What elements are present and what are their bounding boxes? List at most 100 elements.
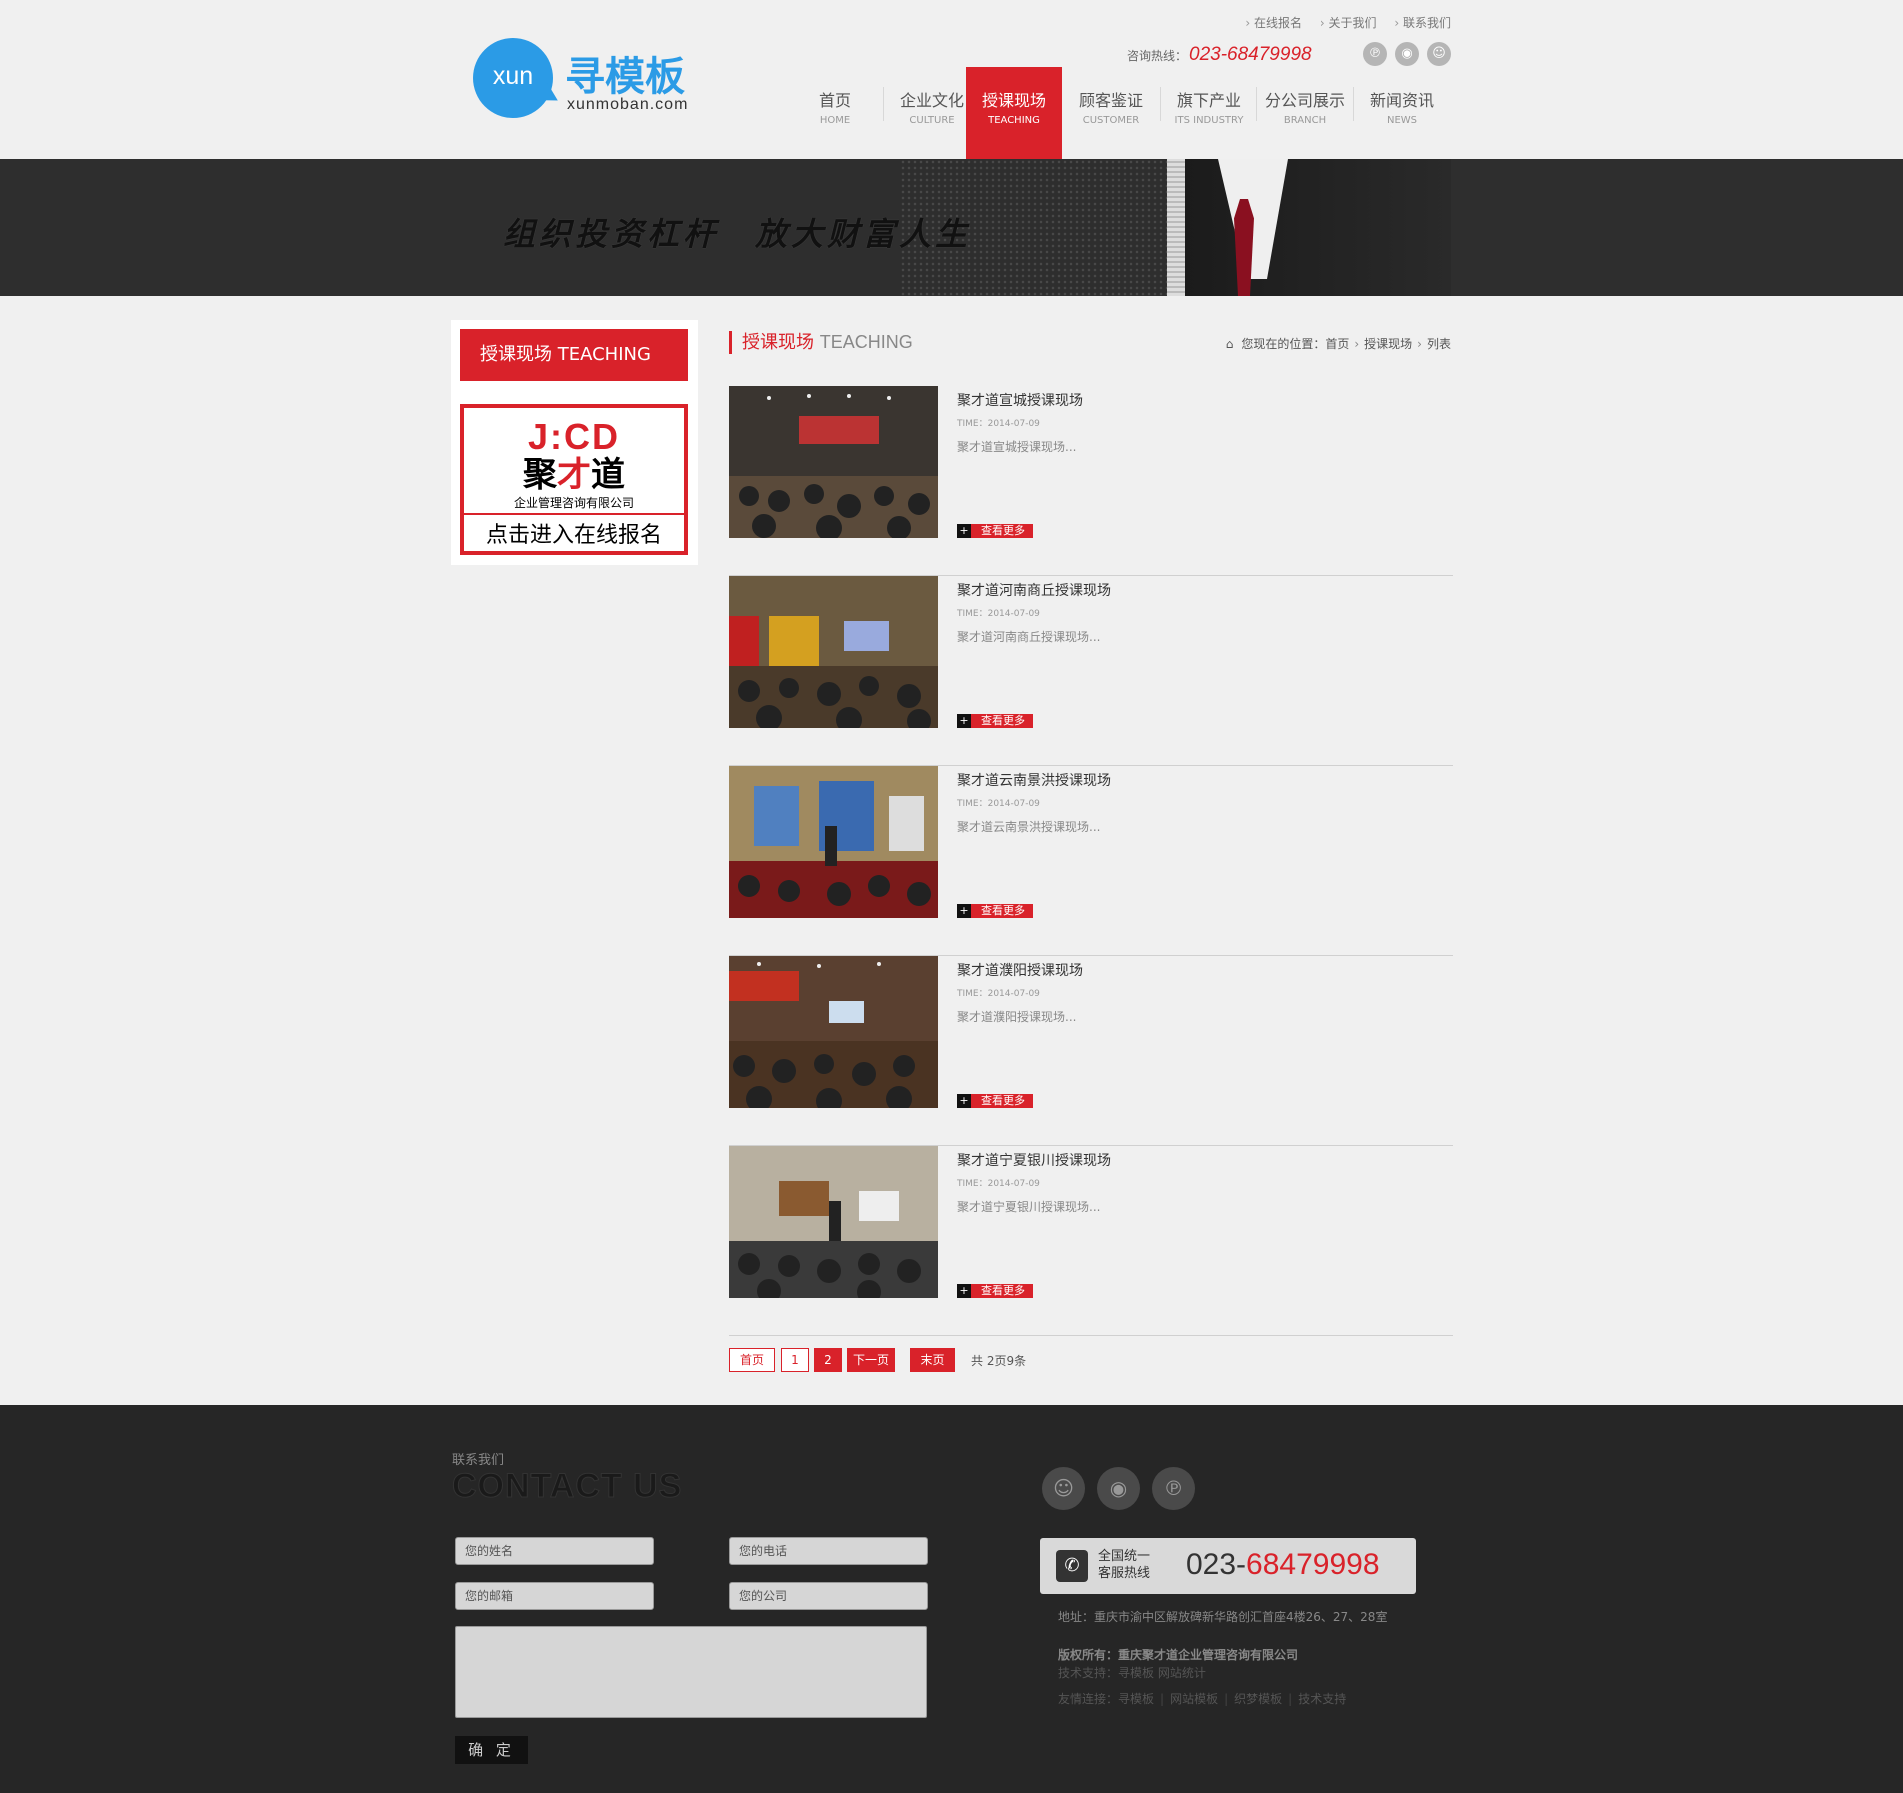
hotline: 咨询热线： 023-68479998 <box>1127 44 1312 66</box>
ad-cta: 点击进入在线报名 <box>464 513 684 549</box>
friend-link[interactable]: 寻模板 <box>1118 1692 1154 1706</box>
logo-mark-text: xun <box>492 62 534 90</box>
top-link-contact[interactable]: 联系我们 <box>1394 16 1451 30</box>
hotline-label: 咨询热线： <box>1127 49 1188 63</box>
top-link-signup[interactable]: 在线报名 <box>1245 16 1302 30</box>
nav-industry-label: 旗下产业 <box>1176 91 1241 110</box>
site-logo[interactable]: xun 寻模板 xunmoban.com <box>473 38 713 124</box>
banner-slogan: 组织投资杠杆 放大财富人生 <box>503 215 972 253</box>
nav-branch[interactable]: 分公司展示 BRANCH <box>1257 67 1353 159</box>
qq-icon[interactable]: ☺ <box>1427 42 1451 66</box>
view-more-button[interactable]: 查看更多 <box>957 904 1033 918</box>
top-links: 在线报名 关于我们 联系我们 <box>1231 14 1451 31</box>
pinterest-icon[interactable]: ℗ <box>1152 1467 1195 1510</box>
lecture-photo[interactable] <box>729 386 938 538</box>
lecture-photo[interactable] <box>729 766 938 918</box>
nav-industry-sub: ITS INDUSTRY <box>1174 115 1244 126</box>
pinterest-icon[interactable]: ℗ <box>1363 42 1387 66</box>
phone-icon: ✆ <box>1056 1550 1088 1582</box>
link-divider: | <box>1288 1692 1293 1706</box>
phone-field[interactable]: 您的电话 <box>729 1537 928 1565</box>
email-field[interactable]: 您的邮箱 <box>455 1582 654 1610</box>
footer-hotline-number: 023-68479998 <box>1186 1548 1380 1582</box>
article-title[interactable]: 聚才道河南商丘授课现场 <box>957 580 1111 600</box>
top-link-about[interactable]: 关于我们 <box>1320 16 1377 30</box>
lecture-photo[interactable] <box>729 1146 938 1298</box>
article-title[interactable]: 聚才道宁夏银川授课现场 <box>957 1150 1111 1170</box>
sidebar-title: 授课现场 TEACHING <box>460 329 688 381</box>
hotline-caption-1: 全国统一 <box>1098 1549 1151 1564</box>
hotline-prefix: 023- <box>1186 1548 1247 1581</box>
footer: 联系我们 CONTACT US 您的姓名 您的电话 您的邮箱 您的公司 确 定 … <box>0 1405 1903 1793</box>
article-title[interactable]: 聚才道宣城授课现场 <box>957 390 1083 410</box>
footer-hotline: ✆ 全国统一客服热线 023-68479998 <box>1040 1538 1416 1594</box>
nav-industry[interactable]: 旗下产业 ITS INDUSTRY <box>1161 67 1257 159</box>
view-more-button[interactable]: 查看更多 <box>957 714 1033 728</box>
name-field[interactable]: 您的姓名 <box>455 1537 654 1565</box>
nav-news[interactable]: 新闻资讯 NEWS <box>1354 67 1450 159</box>
nav-customer[interactable]: 顾客鉴证 CUSTOMER <box>1063 67 1159 159</box>
hotline-digits: 68479998 <box>1246 1548 1380 1581</box>
company-field[interactable]: 您的公司 <box>729 1582 928 1610</box>
submit-button[interactable]: 确 定 <box>455 1736 528 1764</box>
list-item: 聚才道濮阳授课现场 TIME：2014-07-09 聚才道濮阳授课现场... 查… <box>729 956 1453 1146</box>
home-icon: ⌂ <box>1225 337 1234 351</box>
weibo-icon[interactable]: ◉ <box>1097 1467 1140 1510</box>
friend-link[interactable]: 技术支持 <box>1298 1692 1346 1706</box>
list-item: 聚才道云南景洪授课现场 TIME：2014-07-09 聚才道云南景洪授课现场.… <box>729 766 1453 956</box>
article-desc: 聚才道濮阳授课现场... <box>957 1010 1077 1024</box>
article-desc: 聚才道宁夏银川授课现场... <box>957 1200 1101 1214</box>
pager-page-1[interactable]: 1 <box>781 1348 809 1372</box>
pager-last[interactable]: 末页 <box>910 1348 955 1372</box>
qq-icon[interactable]: ☺ <box>1042 1467 1085 1510</box>
list-item: 聚才道河南商丘授课现场 TIME：2014-07-09 聚才道河南商丘授课现场.… <box>729 576 1453 766</box>
nav-home-label: 首页 <box>818 91 851 110</box>
article-title[interactable]: 聚才道云南景洪授课现场 <box>957 770 1111 790</box>
sidebar: 授课现场 TEACHING J:CD 聚才道 企业管理咨询有限公司 点击进入在线… <box>451 320 698 565</box>
nav-news-label: 新闻资讯 <box>1369 91 1434 110</box>
nav-home[interactable]: 首页 HOME <box>787 67 883 159</box>
view-more-button[interactable]: 查看更多 <box>957 1094 1033 1108</box>
ad-brand-3: 道 <box>591 455 625 495</box>
lecture-photo[interactable] <box>729 576 938 728</box>
breadcrumb-teaching[interactable]: 授课现场 <box>1364 337 1412 351</box>
pager-first[interactable]: 首页 <box>729 1348 775 1372</box>
pager-page-2[interactable]: 2 <box>814 1348 842 1372</box>
footer-contact-cn: 联系我们 <box>452 1453 505 1468</box>
article-title[interactable]: 聚才道濮阳授课现场 <box>957 960 1083 980</box>
breadcrumb-list[interactable]: 列表 <box>1427 337 1451 351</box>
friend-link[interactable]: 网站模板 <box>1170 1692 1218 1706</box>
view-more-button[interactable]: 查看更多 <box>957 1284 1033 1298</box>
list-item: 聚才道宣城授课现场 TIME：2014-07-09 聚才道宣城授课现场... 查… <box>729 386 1453 576</box>
breadcrumb-prefix: 您现在的位置： <box>1241 337 1326 351</box>
article-time: TIME：2014-07-09 <box>957 799 1040 809</box>
breadcrumb: ⌂ 您现在的位置：首页 › 授课现场 › 列表 <box>1226 335 1451 352</box>
link-divider: | <box>1160 1692 1165 1706</box>
signup-ad-banner[interactable]: J:CD 聚才道 企业管理咨询有限公司 点击进入在线报名 <box>460 404 688 555</box>
article-time: TIME：2014-07-09 <box>957 1179 1040 1189</box>
weibo-icon[interactable]: ◉ <box>1395 42 1419 66</box>
pager-next[interactable]: 下一页 <box>847 1348 895 1372</box>
view-more-button[interactable]: 查看更多 <box>957 524 1033 538</box>
friend-link[interactable]: 织梦模板 <box>1234 1692 1282 1706</box>
ad-brand-1: 聚 <box>523 455 557 495</box>
nav-teaching[interactable]: 授课现场 TEACHING <box>966 67 1062 159</box>
footer-socials: ☺ ◉ ℗ <box>1042 1467 1207 1510</box>
footer-address: 地址：重庆市渝中区解放碑新华路创汇首座4楼26、27、28室 <box>1058 1610 1388 1624</box>
nav-news-sub: NEWS <box>1386 115 1418 126</box>
chevron-right-icon: › <box>1417 337 1422 351</box>
page-title-en: TEACHING <box>819 332 913 352</box>
breadcrumb-home[interactable]: 首页 <box>1325 337 1349 351</box>
nav-teaching-sub: TEACHING <box>988 115 1040 126</box>
article-time: TIME：2014-07-09 <box>957 989 1040 999</box>
ad-brand: 聚才道 <box>464 456 684 494</box>
ad-company: 企业管理咨询有限公司 <box>513 496 634 510</box>
friend-links-label: 友情连接： <box>1058 1692 1119 1706</box>
article-time: TIME：2014-07-09 <box>957 419 1040 429</box>
link-divider: | <box>1224 1692 1229 1706</box>
lecture-photo[interactable] <box>729 956 938 1108</box>
message-field[interactable] <box>455 1626 927 1718</box>
jcd-logo: J:CD <box>527 416 620 457</box>
nav-customer-sub: CUSTOMER <box>1082 115 1140 126</box>
hotline-caption-2: 客服热线 <box>1098 1566 1151 1581</box>
